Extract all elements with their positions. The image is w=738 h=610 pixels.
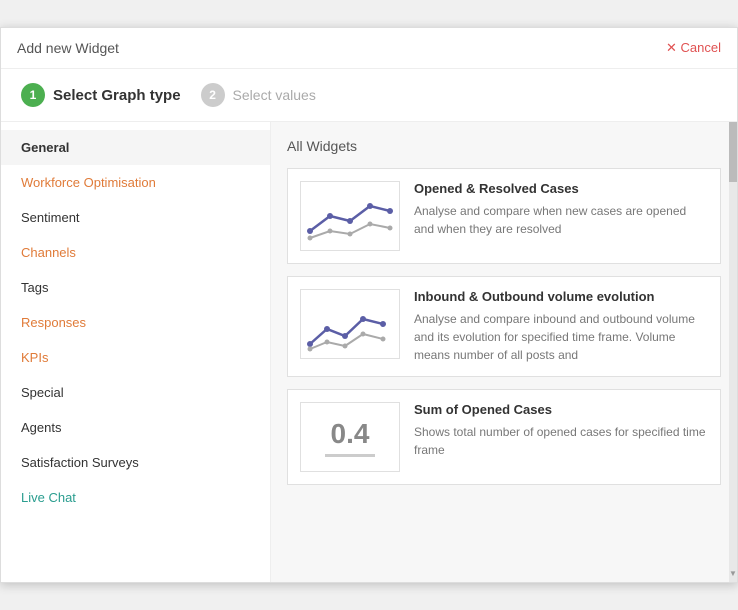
sidebar-item-special[interactable]: Special xyxy=(1,375,270,410)
sidebar: General Workforce Optimisation Sentiment… xyxy=(1,122,271,582)
cancel-button[interactable]: ✕ Cancel xyxy=(666,40,721,56)
main-panel: All Widgets xyxy=(271,122,737,582)
step-2[interactable]: 2 Select values xyxy=(201,83,316,107)
content-area: General Workforce Optimisation Sentiment… xyxy=(1,122,737,582)
step-1[interactable]: 1 Select Graph type xyxy=(21,83,181,107)
chart-icon-2 xyxy=(305,294,395,354)
widget-thumbnail-1 xyxy=(300,181,400,251)
sum-number: 0.4 xyxy=(331,418,370,450)
modal-header: Add new Widget ✕ Cancel xyxy=(1,28,737,69)
scrollbar-down-arrow[interactable]: ▼ xyxy=(729,569,737,578)
chart-icon-1 xyxy=(305,186,395,246)
steps-bar: 1 Select Graph type 2 Select values xyxy=(1,69,737,122)
widget-info-2: Inbound & Outbound volume evolution Anal… xyxy=(414,289,708,364)
widget-card-sum-opened[interactable]: 0.4 Sum of Opened Cases Shows total numb… xyxy=(287,389,721,485)
widget-desc-1: Analyse and compare when new cases are o… xyxy=(414,202,708,238)
step-1-label: Select Graph type xyxy=(53,87,181,104)
sidebar-item-tags[interactable]: Tags xyxy=(1,270,270,305)
step-2-circle: 2 xyxy=(201,83,225,107)
widget-card-inbound-outbound[interactable]: Inbound & Outbound volume evolution Anal… xyxy=(287,276,721,377)
all-widgets-title: All Widgets xyxy=(287,138,721,154)
widget-desc-2: Analyse and compare inbound and outbound… xyxy=(414,310,708,364)
widget-info-3: Sum of Opened Cases Shows total number o… xyxy=(414,402,708,459)
widget-desc-3: Shows total number of opened cases for s… xyxy=(414,423,708,459)
widget-info-1: Opened & Resolved Cases Analyse and comp… xyxy=(414,181,708,238)
sidebar-item-channels[interactable]: Channels xyxy=(1,235,270,270)
sidebar-item-kpis[interactable]: KPIs xyxy=(1,340,270,375)
sidebar-item-responses[interactable]: Responses xyxy=(1,305,270,340)
widget-thumbnail-3: 0.4 xyxy=(300,402,400,472)
sidebar-item-sentiment[interactable]: Sentiment xyxy=(1,200,270,235)
scrollbar-track[interactable]: ▼ xyxy=(729,122,737,582)
sum-line xyxy=(325,454,375,457)
step-2-label: Select values xyxy=(233,87,316,103)
widget-name-2: Inbound & Outbound volume evolution xyxy=(414,289,708,304)
sidebar-item-workforce[interactable]: Workforce Optimisation xyxy=(1,165,270,200)
scrollbar-thumb[interactable] xyxy=(729,122,737,182)
widget-name-1: Opened & Resolved Cases xyxy=(414,181,708,196)
modal-title: Add new Widget xyxy=(17,40,119,56)
sidebar-item-livechat[interactable]: Live Chat xyxy=(1,480,270,515)
widget-name-3: Sum of Opened Cases xyxy=(414,402,708,417)
add-widget-modal: Add new Widget ✕ Cancel 1 Select Graph t… xyxy=(0,27,738,583)
sidebar-item-general[interactable]: General xyxy=(1,130,270,165)
sidebar-item-satisfaction[interactable]: Satisfaction Surveys xyxy=(1,445,270,480)
sidebar-item-agents[interactable]: Agents xyxy=(1,410,270,445)
widget-card-opened-resolved[interactable]: Opened & Resolved Cases Analyse and comp… xyxy=(287,168,721,264)
widget-thumbnail-2 xyxy=(300,289,400,359)
step-1-circle: 1 xyxy=(21,83,45,107)
